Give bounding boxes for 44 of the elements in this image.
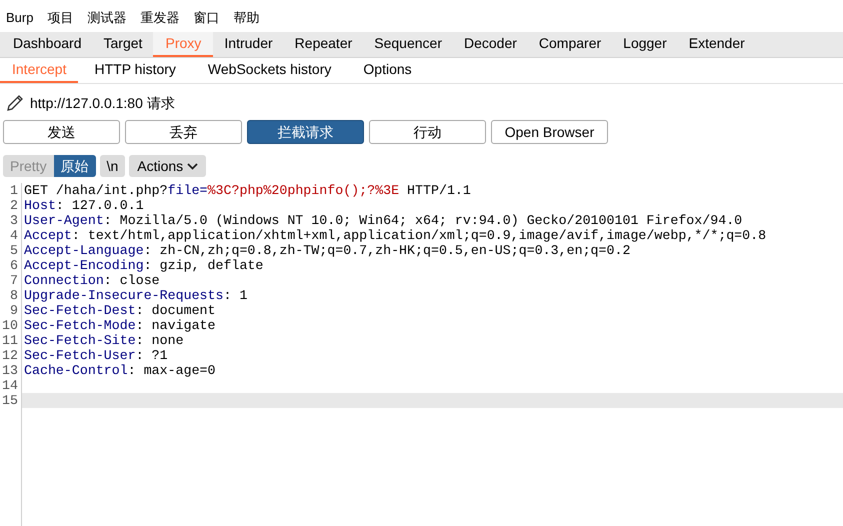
menu-item[interactable]: 帮助 [233,8,260,28]
newline-toggle[interactable]: \n [100,155,126,177]
sub-tab[interactable]: Options [347,58,428,83]
line-number: 15 [1,393,18,408]
action-button[interactable]: 丢弃 [125,120,242,144]
main-tab[interactable]: Comparer [528,32,612,57]
line-number: 1 [9,183,18,198]
line-number: 2 [9,198,18,213]
menu-item[interactable]: 窗口 [193,8,220,28]
pencil-icon [6,94,24,112]
actions-dropdown[interactable]: Actions [129,155,206,177]
sub-tab[interactable]: WebSockets history [192,58,348,83]
action-button[interactable]: Open Browser [491,120,608,144]
action-button[interactable]: 行动 [369,120,486,144]
main-tab[interactable]: Logger [612,32,678,57]
line-number: 3 [9,213,18,228]
chevron-down-icon [187,162,198,170]
main-tab[interactable]: Decoder [452,32,528,57]
main-tab[interactable]: Intruder [213,32,284,57]
line-number: 13 [1,363,18,378]
line-number: 4 [9,228,18,243]
action-button[interactable]: 发送 [3,120,120,144]
sub-tab[interactable]: HTTP history [78,58,192,83]
menu-item[interactable]: 项目 [47,8,74,28]
main-tab[interactable]: Extender [678,32,756,57]
main-tab[interactable]: Repeater [284,32,364,57]
line-number: 14 [1,378,18,393]
menu-item[interactable]: 重发器 [140,8,180,28]
action-button[interactable]: 拦截请求 [247,120,364,144]
menu-item[interactable]: 测试器 [87,8,126,28]
request-title: http://127.0.0.1:80 请求 [30,94,175,113]
line-number: 11 [1,333,18,348]
line-number: 9 [9,303,18,318]
line-number: 12 [1,348,18,363]
main-tab[interactable]: Sequencer [363,32,453,57]
main-tab[interactable]: Target [92,32,154,57]
main-tab[interactable]: Dashboard [2,32,92,57]
view-toggle[interactable]: 原始 [54,155,96,177]
line-number: 5 [9,243,18,258]
line-number: 10 [1,318,18,333]
line-number: 7 [9,273,18,288]
line-number: 8 [9,288,18,303]
menu-item[interactable]: Burp [6,8,34,28]
line-number: 6 [9,258,18,273]
